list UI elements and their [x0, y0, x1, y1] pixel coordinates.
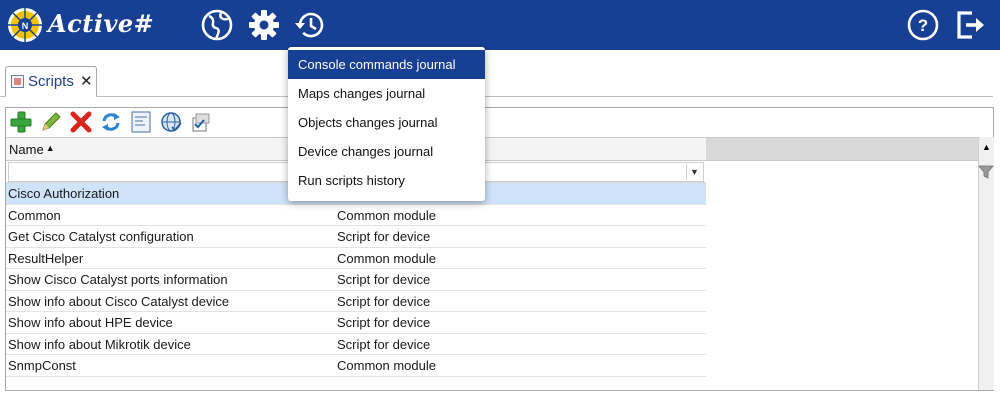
cell-type: Common module [337, 250, 436, 266]
chevron-down-icon[interactable]: ▼ [686, 164, 702, 180]
cell-type: Common module [337, 358, 436, 373]
history-icon[interactable] [293, 7, 329, 43]
table-row[interactable]: Common Common module [6, 204, 706, 226]
cell-name: ResultHelper [8, 250, 84, 266]
cell-name: Get Cisco Catalyst configuration [8, 229, 194, 244]
cell-name: SnmpConst [8, 358, 76, 373]
gear-icon[interactable] [246, 7, 282, 43]
globe-icon[interactable] [199, 7, 235, 43]
cell-type: Script for device [337, 229, 431, 244]
top-bar: N Active# ? [0, 0, 1000, 50]
svg-text:N: N [22, 21, 29, 31]
tab-strip-divider [0, 96, 993, 97]
table-row[interactable]: SnmpConst Common module [6, 355, 706, 377]
filter-icon[interactable] [978, 164, 994, 180]
table-row[interactable]: Get Cisco Catalyst configuration Script … [6, 226, 706, 248]
tab-scripts[interactable]: Scripts ✕ [5, 66, 97, 97]
close-tab-icon[interactable]: ✕ [80, 72, 93, 90]
cell-type: Common module [337, 207, 436, 223]
delete-icon[interactable] [69, 110, 93, 134]
table-row[interactable]: Show info about HPE device Script for de… [6, 312, 706, 334]
sort-ascending-icon: ▲ [45, 143, 55, 153]
table-row[interactable]: Show info about Mikrotik device Script f… [6, 333, 706, 355]
table-row[interactable]: ResultHelper Common module [6, 247, 706, 269]
cell-type: Script for device [337, 272, 431, 287]
active-logo-icon[interactable]: N [6, 6, 44, 44]
column-header-name[interactable]: Name ▲ [9, 142, 55, 157]
app-brand: Active# [48, 9, 155, 38]
menu-item-console-commands-journal[interactable]: Console commands journal [288, 50, 485, 79]
cell-name: Show info about Cisco Catalyst device [8, 293, 230, 309]
logout-icon[interactable] [952, 7, 988, 43]
grid-rows: Cisco Authorization Common Common module… [6, 183, 706, 377]
menu-item-run-scripts-history[interactable]: Run scripts history [288, 166, 485, 195]
globe-script-icon[interactable] [159, 110, 183, 134]
menu-item-maps-changes-journal[interactable]: Maps changes journal [288, 79, 485, 108]
cell-name: Cisco Authorization [8, 186, 120, 201]
cell-name: Show Cisco Catalyst ports information [8, 272, 228, 287]
cell-name: Show info about Mikrotik device [8, 336, 191, 352]
history-dropdown-menu: Console commands journal Maps changes jo… [288, 47, 485, 201]
help-icon[interactable]: ? [905, 7, 941, 43]
cell-type: Script for device [337, 336, 431, 352]
menu-item-device-changes-journal[interactable]: Device changes journal [288, 137, 485, 166]
table-row[interactable]: Show Cisco Catalyst ports information Sc… [6, 269, 706, 291]
check-icon[interactable] [189, 110, 213, 134]
refresh-icon[interactable] [99, 110, 123, 134]
cell-type: Script for device [337, 315, 431, 330]
scroll-up-icon[interactable]: ▲ [979, 137, 994, 157]
tab-label: Scripts [28, 73, 74, 90]
svg-text:?: ? [918, 16, 928, 35]
cell-type: Script for device [337, 293, 431, 309]
add-icon[interactable] [9, 110, 33, 134]
script-icon[interactable] [129, 110, 153, 134]
cell-name: Common [8, 207, 61, 223]
scripts-tab-icon [11, 75, 24, 88]
table-row[interactable]: Show info about Cisco Catalyst device Sc… [6, 290, 706, 312]
name-filter-input[interactable] [8, 162, 334, 182]
edit-icon[interactable] [39, 110, 63, 134]
cell-name: Show info about HPE device [8, 315, 173, 330]
menu-item-objects-changes-journal[interactable]: Objects changes journal [288, 108, 485, 137]
column-header-filler [706, 137, 978, 161]
